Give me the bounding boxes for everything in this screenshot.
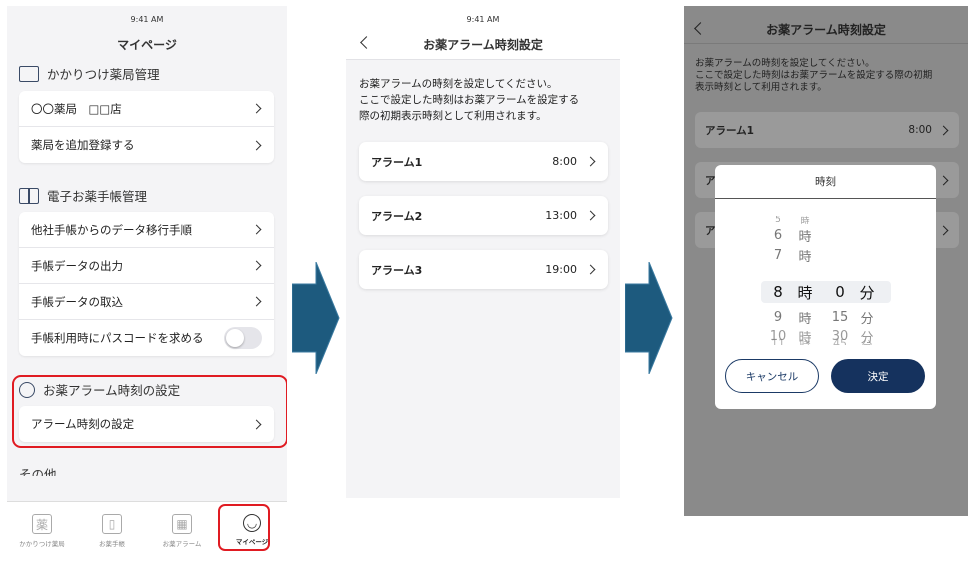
migration-item[interactable]: 他社手帳からのデータ移行手順: [19, 212, 274, 248]
section-other: その他: [19, 464, 57, 476]
time-picker-dialog: 時刻 5時 6時 7時 8時0分 9時15分 10時30分 11時45分: [715, 165, 936, 409]
section-notebook-label: 電子お薬手帳管理: [47, 189, 148, 204]
cancel-button[interactable]: キャンセル: [725, 359, 819, 393]
mypage-header: 9:41 AM マイページ: [7, 6, 287, 62]
mypage-screen: 9:41 AM マイページ かかりつけ薬局管理 〇〇薬局 □□店 薬局を追加登録…: [7, 6, 287, 560]
import-item[interactable]: 手帳データの取込: [19, 284, 274, 320]
selected-minute: 0: [835, 283, 845, 301]
alarm-1-row[interactable]: アラーム1 8:00: [359, 142, 608, 181]
chevron-right-icon: [585, 210, 596, 221]
book-icon: [19, 187, 39, 204]
selected-hour: 8: [773, 283, 783, 301]
chevron-right-icon: [251, 103, 262, 114]
pharmacy-item[interactable]: 〇〇薬局 □□店: [19, 91, 274, 127]
picker-screen-header: お薬アラーム時刻設定: [684, 6, 968, 44]
description: お薬アラームの時刻を設定してください。 ここで設定した時刻はお薬アラームを設定す…: [359, 78, 580, 122]
notebook-card: 他社手帳からのデータ移行手順 手帳データの出力 手帳データの取込 手帳利用時にパ…: [19, 212, 274, 356]
section-pharmacy-label: かかりつけ薬局管理: [47, 67, 160, 82]
picker-row: 7時: [773, 247, 812, 265]
add-pharmacy-item[interactable]: 薬局を追加登録する: [19, 127, 274, 163]
picker-selected-row: 8時0分: [715, 282, 936, 302]
chevron-right-icon: [251, 260, 262, 271]
book-tab-icon: ▯: [102, 514, 122, 534]
chevron-right-icon: [585, 156, 596, 167]
page-title: お薬アラーム時刻設定: [423, 38, 543, 52]
page-title: お薬アラーム時刻設定: [766, 23, 886, 37]
confirm-button[interactable]: 決定: [831, 359, 925, 393]
status-time: 9:41 AM: [130, 15, 164, 24]
section-other-label: その他: [19, 467, 57, 476]
pharmacy-tab-icon: 薬: [32, 514, 52, 534]
chevron-right-icon: [938, 225, 949, 235]
alarm-2-row[interactable]: アラーム2 13:00: [359, 196, 608, 235]
section-notebook: 電子お薬手帳管理: [19, 186, 147, 205]
highlight-mypage-tab: [218, 504, 270, 551]
chevron-right-icon: [938, 125, 949, 135]
picker-row: 9 時 15 分: [773, 309, 874, 327]
flow-arrow-1: [292, 262, 340, 374]
chevron-right-icon: [251, 296, 262, 307]
picker-row: 5時: [775, 216, 810, 224]
description: お薬アラームの時刻を設定してください。 ここで設定した時刻はお薬アラームを設定す…: [695, 58, 933, 93]
pharmacy-card: 〇〇薬局 □□店 薬局を追加登録する: [19, 91, 274, 163]
alarm-time: 19:00: [545, 263, 577, 276]
alarm-time: 8:00: [552, 155, 577, 168]
dialog-title: 時刻: [715, 165, 936, 199]
passcode-toggle[interactable]: [224, 327, 262, 349]
calendar-tab-icon: ▦: [172, 514, 192, 534]
page-title: マイページ: [117, 38, 177, 52]
status-time: 9:41 AM: [466, 15, 500, 24]
highlight-alarm-section: [12, 375, 287, 448]
section-pharmacy: かかりつけ薬局管理: [19, 64, 160, 83]
export-item[interactable]: 手帳データの出力: [19, 248, 274, 284]
time-wheel[interactable]: 5時 6時 7時 8時0分 9時15分 10時30分 11時45分: [715, 213, 936, 346]
chevron-right-icon: [585, 264, 596, 275]
pharmacy-icon: [19, 65, 39, 82]
picker-row: 6時: [773, 227, 812, 245]
tab-pharmacy[interactable]: 薬かかりつけ薬局: [7, 502, 77, 560]
chevron-right-icon: [251, 140, 262, 150]
chevron-right-icon: [251, 224, 262, 235]
passcode-item: 手帳利用時にパスコードを求める: [19, 320, 274, 356]
alarm-3-row[interactable]: アラーム3 19:00: [359, 250, 608, 289]
flow-arrow-2: [625, 262, 673, 374]
alarm-setting-header: 9:41 AM お薬アラーム時刻設定: [346, 6, 620, 60]
tab-alarm[interactable]: ▦ お薬アラーム: [147, 502, 217, 560]
alarm-time: 13:00: [545, 209, 577, 222]
picker-row: 11時45分: [771, 337, 873, 345]
chevron-right-icon: [938, 175, 949, 185]
alarm-setting-screen: 9:41 AM お薬アラーム時刻設定 お薬アラームの時刻を設定してください。 こ…: [346, 6, 620, 498]
alarm-1-row[interactable]: アラーム1 8:00: [695, 112, 959, 148]
time-picker-screen: お薬アラーム時刻設定 お薬アラームの時刻を設定してください。 ここで設定した時刻…: [684, 6, 968, 516]
tab-notebook[interactable]: ▯ お薬手帳: [77, 502, 147, 560]
